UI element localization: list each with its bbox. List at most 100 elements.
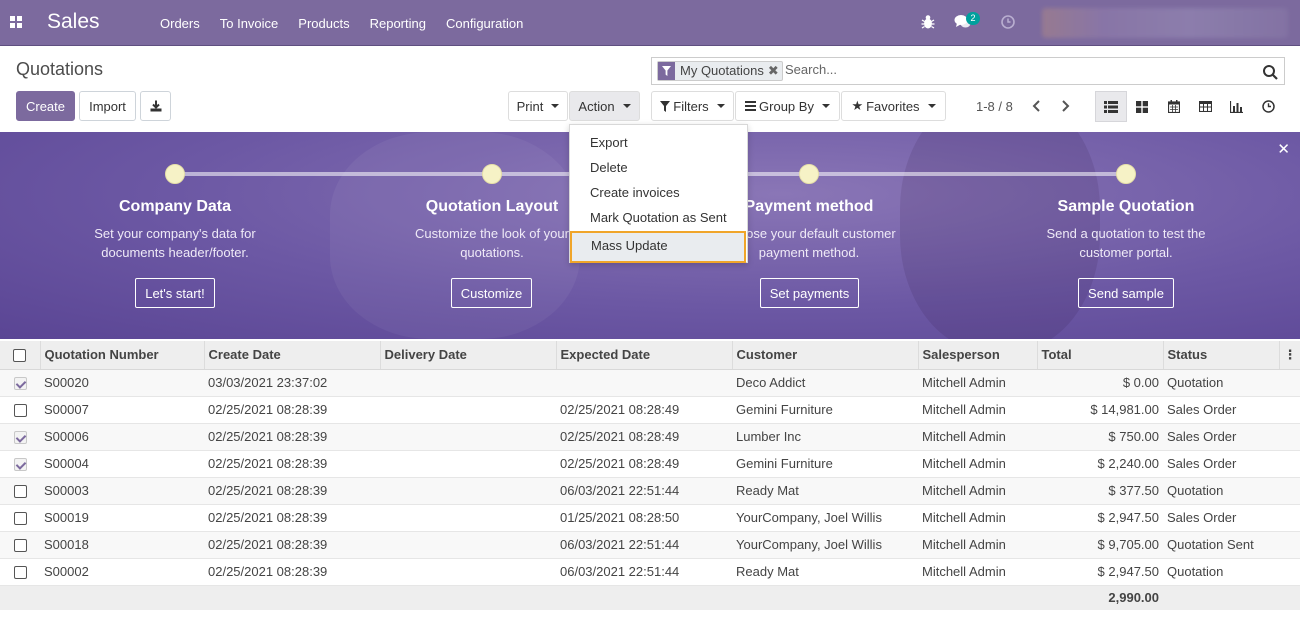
column-salesperson[interactable]: Salesperson xyxy=(918,341,1038,370)
cell-customer: Gemini Furniture xyxy=(732,450,918,478)
row-select-cell xyxy=(0,477,40,505)
row-checkbox[interactable] xyxy=(13,458,27,472)
menu-configuration[interactable]: Configuration xyxy=(436,16,533,31)
optional-columns-icon[interactable]: ⋮ xyxy=(1279,341,1300,370)
cell-number: S00002 xyxy=(40,558,204,586)
filter-facet-icon xyxy=(658,62,675,80)
column-total[interactable]: Total xyxy=(1037,341,1164,370)
table-row[interactable]: S00004 02/25/2021 08:28:39 02/25/2021 08:2… xyxy=(0,450,1300,478)
column-expected-date[interactable]: Expected Date xyxy=(556,341,733,370)
activity-view-button[interactable] xyxy=(1253,91,1285,122)
pager-value[interactable]: 1-8 / 8 xyxy=(976,99,1013,114)
apps-menu-icon[interactable] xyxy=(10,16,22,28)
caret-down-icon xyxy=(622,104,631,108)
menu-item-create-invoices[interactable]: Create invoices xyxy=(570,180,747,205)
cell-number: S00007 xyxy=(40,396,204,424)
create-button[interactable]: Create xyxy=(16,91,75,121)
cell-salesperson: Mitchell Admin xyxy=(918,369,1037,397)
select-all-cell xyxy=(0,341,41,370)
caret-down-icon xyxy=(821,104,830,108)
column-delivery-date[interactable]: Delivery Date xyxy=(380,341,557,370)
row-spacer-cell xyxy=(1279,369,1300,397)
download-icon xyxy=(150,100,161,112)
group-by-button[interactable]: Group By xyxy=(735,91,840,121)
menu-products[interactable]: Products xyxy=(288,16,359,31)
row-checkbox[interactable] xyxy=(13,539,27,553)
menu-orders[interactable]: Orders xyxy=(150,16,210,31)
graph-view-button[interactable] xyxy=(1221,91,1253,122)
cell-delivery-date xyxy=(380,477,556,505)
pager-next-icon[interactable] xyxy=(1056,96,1074,116)
table-row[interactable]: S00019 02/25/2021 08:28:39 01/25/2021 08:2… xyxy=(0,504,1300,532)
cell-total: $ 9,705.00 xyxy=(1037,531,1163,559)
footer-cell xyxy=(380,585,556,610)
cell-create-date: 02/25/2021 08:28:39 xyxy=(204,450,380,478)
customize-button[interactable]: Customize xyxy=(451,278,532,308)
search-facet: My Quotations ✖ xyxy=(657,61,783,81)
send-sample-button[interactable]: Send sample xyxy=(1078,278,1174,308)
column-quotation-number[interactable]: Quotation Number xyxy=(40,341,205,370)
menu-item-delete[interactable]: Delete xyxy=(570,155,747,180)
kanban-view-icon xyxy=(1136,100,1149,113)
bug-icon[interactable] xyxy=(921,14,935,30)
select-all-checkbox[interactable] xyxy=(13,349,27,363)
cell-number: S00004 xyxy=(40,450,204,478)
cell-status: Quotation xyxy=(1163,558,1279,586)
user-menu-avatar[interactable] xyxy=(1042,8,1288,38)
menu-to-invoice[interactable]: To Invoice xyxy=(210,16,289,31)
cell-create-date: 02/25/2021 08:28:39 xyxy=(204,504,380,532)
menu-item-export[interactable]: Export xyxy=(570,130,747,155)
footer-cell xyxy=(1163,585,1279,610)
action-button[interactable]: Action xyxy=(569,91,640,121)
import-button[interactable]: Import xyxy=(79,91,136,121)
search-icon[interactable] xyxy=(1262,64,1278,80)
print-button[interactable]: Print xyxy=(508,91,568,121)
facet-remove-icon[interactable]: ✖ xyxy=(768,62,782,80)
action-dropdown-menu: Export Delete Create invoices Mark Quota… xyxy=(569,124,748,263)
footer-cell xyxy=(556,585,732,610)
table-row[interactable]: S00003 02/25/2021 08:28:39 06/03/2021 22:5… xyxy=(0,477,1300,505)
calendar-view-button[interactable] xyxy=(1158,91,1190,122)
table-row[interactable]: S00020 03/03/2021 23:37:02 Deco Addict Mitc… xyxy=(0,369,1300,397)
cell-total: $ 377.50 xyxy=(1037,477,1163,505)
row-checkbox[interactable] xyxy=(13,566,27,580)
list-view-button[interactable] xyxy=(1095,91,1127,122)
pivot-view-button[interactable] xyxy=(1190,91,1222,122)
caret-down-icon xyxy=(716,104,725,108)
action-button-label: Action xyxy=(578,98,615,114)
menu-item-mark-sent[interactable]: Mark Quotation as Sent xyxy=(570,205,747,230)
download-button[interactable] xyxy=(140,91,171,121)
favorites-button[interactable]: ★ Favorites xyxy=(841,91,946,121)
column-customer[interactable]: Customer xyxy=(732,341,919,370)
cell-status: Quotation xyxy=(1163,477,1279,505)
cell-salesperson: Mitchell Admin xyxy=(918,396,1037,424)
row-checkbox[interactable] xyxy=(13,485,27,499)
row-checkbox[interactable] xyxy=(13,377,27,391)
table-body: S00020 03/03/2021 23:37:02 Deco Addict Mitc… xyxy=(0,369,1300,586)
activity-clock-icon[interactable] xyxy=(1001,15,1015,29)
close-banner-icon[interactable]: ✕ xyxy=(1277,140,1290,158)
table-row[interactable]: S00007 02/25/2021 08:28:39 02/25/2021 08:2… xyxy=(0,396,1300,424)
search-input[interactable] xyxy=(785,62,1245,77)
filters-button[interactable]: Filters xyxy=(651,91,734,121)
cell-number: S00020 xyxy=(40,369,204,397)
app-brand[interactable]: Sales xyxy=(47,10,100,34)
table-row[interactable]: S00006 02/25/2021 08:28:39 02/25/2021 08:2… xyxy=(0,423,1300,451)
kanban-view-button[interactable] xyxy=(1127,91,1159,122)
step-description: Customize the look of your quotations. xyxy=(415,226,569,260)
table-row[interactable]: S00002 02/25/2021 08:28:39 06/03/2021 22:5… xyxy=(0,558,1300,586)
lets-start-button[interactable]: Let's start! xyxy=(135,278,215,308)
menu-reporting[interactable]: Reporting xyxy=(360,16,436,31)
set-payments-button[interactable]: Set payments xyxy=(760,278,859,308)
row-checkbox[interactable] xyxy=(13,404,27,418)
cell-salesperson: Mitchell Admin xyxy=(918,450,1037,478)
table-row[interactable]: S00018 02/25/2021 08:28:39 06/03/2021 22:5… xyxy=(0,531,1300,559)
list-view-icon xyxy=(1103,100,1118,113)
menu-item-mass-update[interactable]: Mass Update xyxy=(570,231,746,263)
column-create-date[interactable]: Create Date xyxy=(204,341,381,370)
footer-cell xyxy=(1279,585,1300,610)
pager-previous-icon[interactable] xyxy=(1028,96,1046,116)
row-checkbox[interactable] xyxy=(13,512,27,526)
column-status[interactable]: Status xyxy=(1163,341,1280,370)
row-checkbox[interactable] xyxy=(13,431,27,445)
